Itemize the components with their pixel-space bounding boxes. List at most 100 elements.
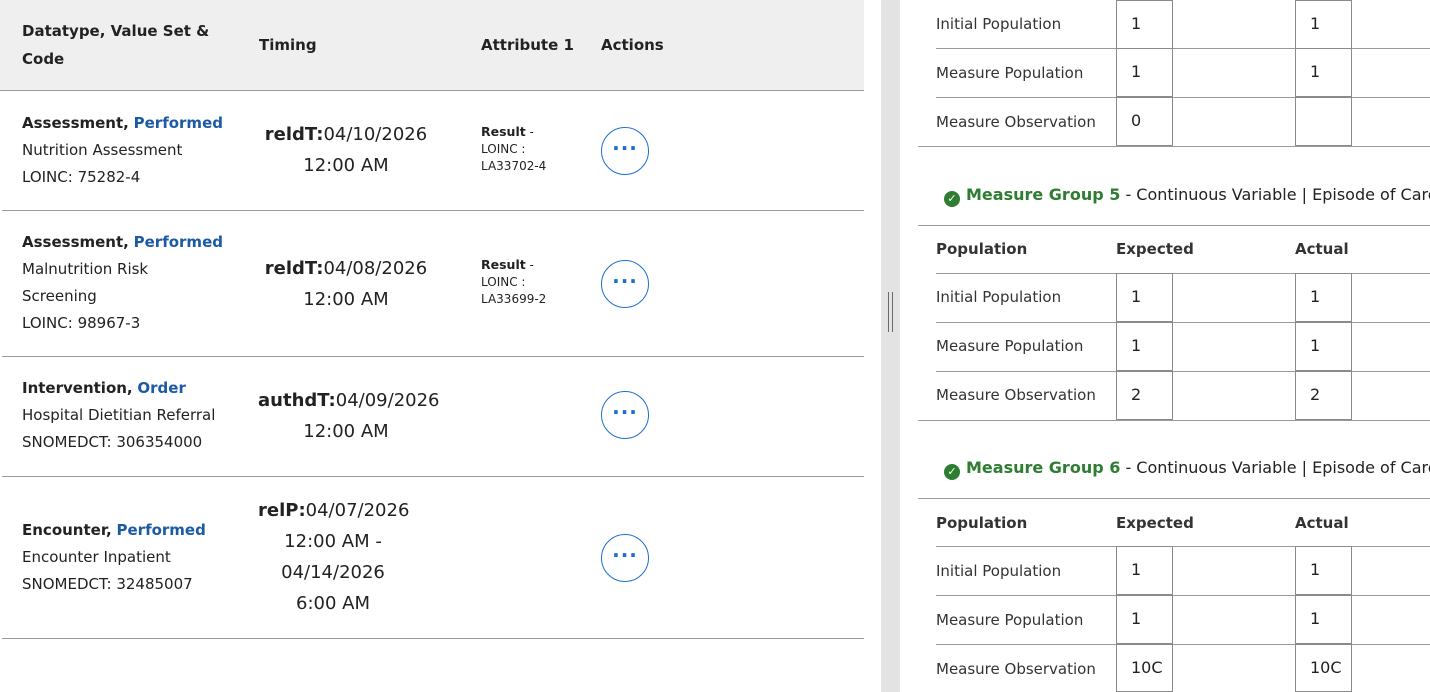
- expected-input[interactable]: 1: [1116, 0, 1173, 49]
- table-header: Datatype, Value Set & Code Timing Attrib…: [0, 0, 864, 91]
- measure-group-title: ✓ Measure Group 5 - Continuous Variable |…: [944, 184, 1430, 207]
- col-header-expected: Expected: [1116, 514, 1194, 532]
- datatype-cell: Intervention, Order Hospital Dietitian R…: [22, 375, 215, 456]
- measure-groups-pane: Initial Population 1 1 Measure Populatio…: [900, 0, 1430, 692]
- timing-value: 04/09/2026: [335, 390, 440, 411]
- timing-cell: relP:04/07/2026 12:00 AM - 04/14/2026 6:…: [258, 495, 410, 619]
- datatype-category: Encounter,: [22, 521, 112, 539]
- timing-cell: authdT:04/09/2026 12:00 AM: [258, 385, 440, 447]
- attribute-label: Result: [481, 124, 526, 139]
- timing-value: 12:00 AM: [303, 155, 389, 176]
- actual-value: 1: [1295, 48, 1352, 97]
- col-header-actual: Actual: [1295, 514, 1349, 532]
- expected-input[interactable]: 2: [1116, 371, 1173, 420]
- actual-value: 10C: [1295, 644, 1352, 692]
- ellipsis-icon: ···: [612, 269, 638, 293]
- timing-label: authdT:: [258, 390, 336, 411]
- datatype-action-link[interactable]: Performed: [117, 521, 206, 539]
- row-actions-button[interactable]: ···: [601, 260, 649, 308]
- col-header-datatype: Datatype, Value Set & Code: [22, 22, 210, 68]
- population-label: Measure Population: [936, 337, 1084, 355]
- code-text: SNOMEDCT: 32485007: [22, 575, 193, 593]
- population-label: Measure Observation: [936, 386, 1096, 404]
- attribute-cell: Result - LOINC : LA33702-4: [481, 123, 546, 175]
- col-header-population: Population: [936, 514, 1028, 532]
- timing-value: 12:00 AM: [303, 421, 389, 442]
- actual-value: [1295, 97, 1352, 146]
- datatype-cell: Assessment, Performed Nutrition Assessme…: [22, 110, 223, 191]
- actual-value: 1: [1295, 595, 1352, 644]
- timing-value: 04/10/2026: [323, 124, 428, 145]
- population-label: Measure Observation: [936, 113, 1096, 131]
- datatype-action-link[interactable]: Order: [137, 379, 185, 397]
- datatype-category: Assessment,: [22, 233, 129, 251]
- ellipsis-icon: ···: [612, 136, 638, 160]
- measure-group-description: - Continuous Variable | Episode of Care: [1120, 458, 1430, 477]
- measure-group-description: - Continuous Variable | Episode of Care: [1120, 185, 1430, 204]
- value-set-name: Encounter Inpatient: [22, 548, 171, 566]
- attribute-code-system: LOINC :: [481, 142, 526, 156]
- attribute-label: Result: [481, 257, 526, 272]
- col-header-attribute: Attribute 1: [481, 36, 574, 54]
- value-set-name-cont: Screening: [22, 287, 97, 305]
- code-text: LOINC: 75282-4: [22, 168, 141, 186]
- check-circle-icon: ✓: [944, 191, 960, 207]
- expected-input[interactable]: 1: [1116, 273, 1173, 322]
- col-header-timing: Timing: [259, 36, 317, 54]
- datatype-action-link[interactable]: Performed: [134, 233, 223, 251]
- col-header-expected: Expected: [1116, 240, 1194, 258]
- expected-input[interactable]: 0: [1116, 97, 1173, 146]
- timing-value: 6:00 AM: [296, 593, 370, 614]
- attribute-separator: -: [525, 125, 534, 139]
- datatype-action-link[interactable]: Performed: [134, 114, 223, 132]
- timing-cell: reldT:04/10/2026 12:00 AM: [258, 119, 434, 181]
- attribute-cell: Result - LOINC : LA33699-2: [481, 256, 546, 308]
- expected-input[interactable]: 10C: [1116, 644, 1173, 692]
- table-row: Assessment, Performed Nutrition Assessme…: [2, 91, 864, 211]
- ellipsis-icon: ···: [612, 543, 638, 567]
- timing-label: reldT:: [264, 258, 324, 279]
- col-header-population: Population: [936, 240, 1028, 258]
- row-actions-button[interactable]: ···: [601, 127, 649, 175]
- value-set-name: Hospital Dietitian Referral: [22, 406, 216, 424]
- measure-group-name: Measure Group 5: [966, 185, 1121, 204]
- actual-value: 1: [1295, 0, 1352, 49]
- timing-label: reldT:: [264, 124, 324, 145]
- row-actions-button[interactable]: ···: [601, 534, 649, 582]
- measure-group-name: Measure Group 6: [966, 458, 1121, 477]
- splitter-grip-icon[interactable]: [888, 292, 893, 332]
- actual-value: 1: [1295, 322, 1352, 371]
- check-circle-icon: ✓: [944, 464, 960, 480]
- timing-value: 12:00 AM: [303, 289, 389, 310]
- ellipsis-icon: ···: [612, 400, 638, 424]
- timing-label: relP:: [258, 500, 306, 521]
- expected-input[interactable]: 1: [1116, 546, 1173, 595]
- population-label: Initial Population: [936, 15, 1062, 33]
- actual-value: 1: [1295, 273, 1352, 322]
- value-set-name: Malnutrition Risk: [22, 260, 149, 278]
- expected-input[interactable]: 1: [1116, 322, 1173, 371]
- expected-input[interactable]: 1: [1116, 48, 1173, 97]
- timing-value: 04/07/2026: [305, 500, 410, 521]
- expected-input[interactable]: 1: [1116, 595, 1173, 644]
- test-case-elements-table: Datatype, Value Set & Code Timing Attrib…: [0, 0, 864, 692]
- population-label: Measure Observation: [936, 660, 1096, 678]
- timing-value: 12:00 AM -: [284, 531, 382, 552]
- timing-value: 04/14/2026: [281, 562, 385, 583]
- attribute-separator: -: [525, 258, 534, 272]
- value-set-name: Nutrition Assessment: [22, 141, 183, 159]
- table-row: Encounter, Performed Encounter Inpatient…: [2, 477, 864, 639]
- col-header-actual: Actual: [1295, 240, 1349, 258]
- population-label: Initial Population: [936, 562, 1062, 580]
- table-row: Intervention, Order Hospital Dietitian R…: [2, 357, 864, 477]
- code-text: LOINC: 98967-3: [22, 314, 141, 332]
- datatype-cell: Assessment, Performed Malnutrition Risk …: [22, 229, 223, 337]
- attribute-code: LA33702-4: [481, 159, 547, 173]
- population-label: Measure Population: [936, 611, 1084, 629]
- timing-value: 04/08/2026: [323, 258, 428, 279]
- actual-value: 1: [1295, 546, 1352, 595]
- measure-group-title: ✓ Measure Group 6 - Continuous Variable |…: [944, 457, 1430, 480]
- row-actions-button[interactable]: ···: [601, 391, 649, 439]
- pane-splitter[interactable]: [881, 0, 900, 692]
- datatype-cell: Encounter, Performed Encounter Inpatient…: [22, 517, 206, 598]
